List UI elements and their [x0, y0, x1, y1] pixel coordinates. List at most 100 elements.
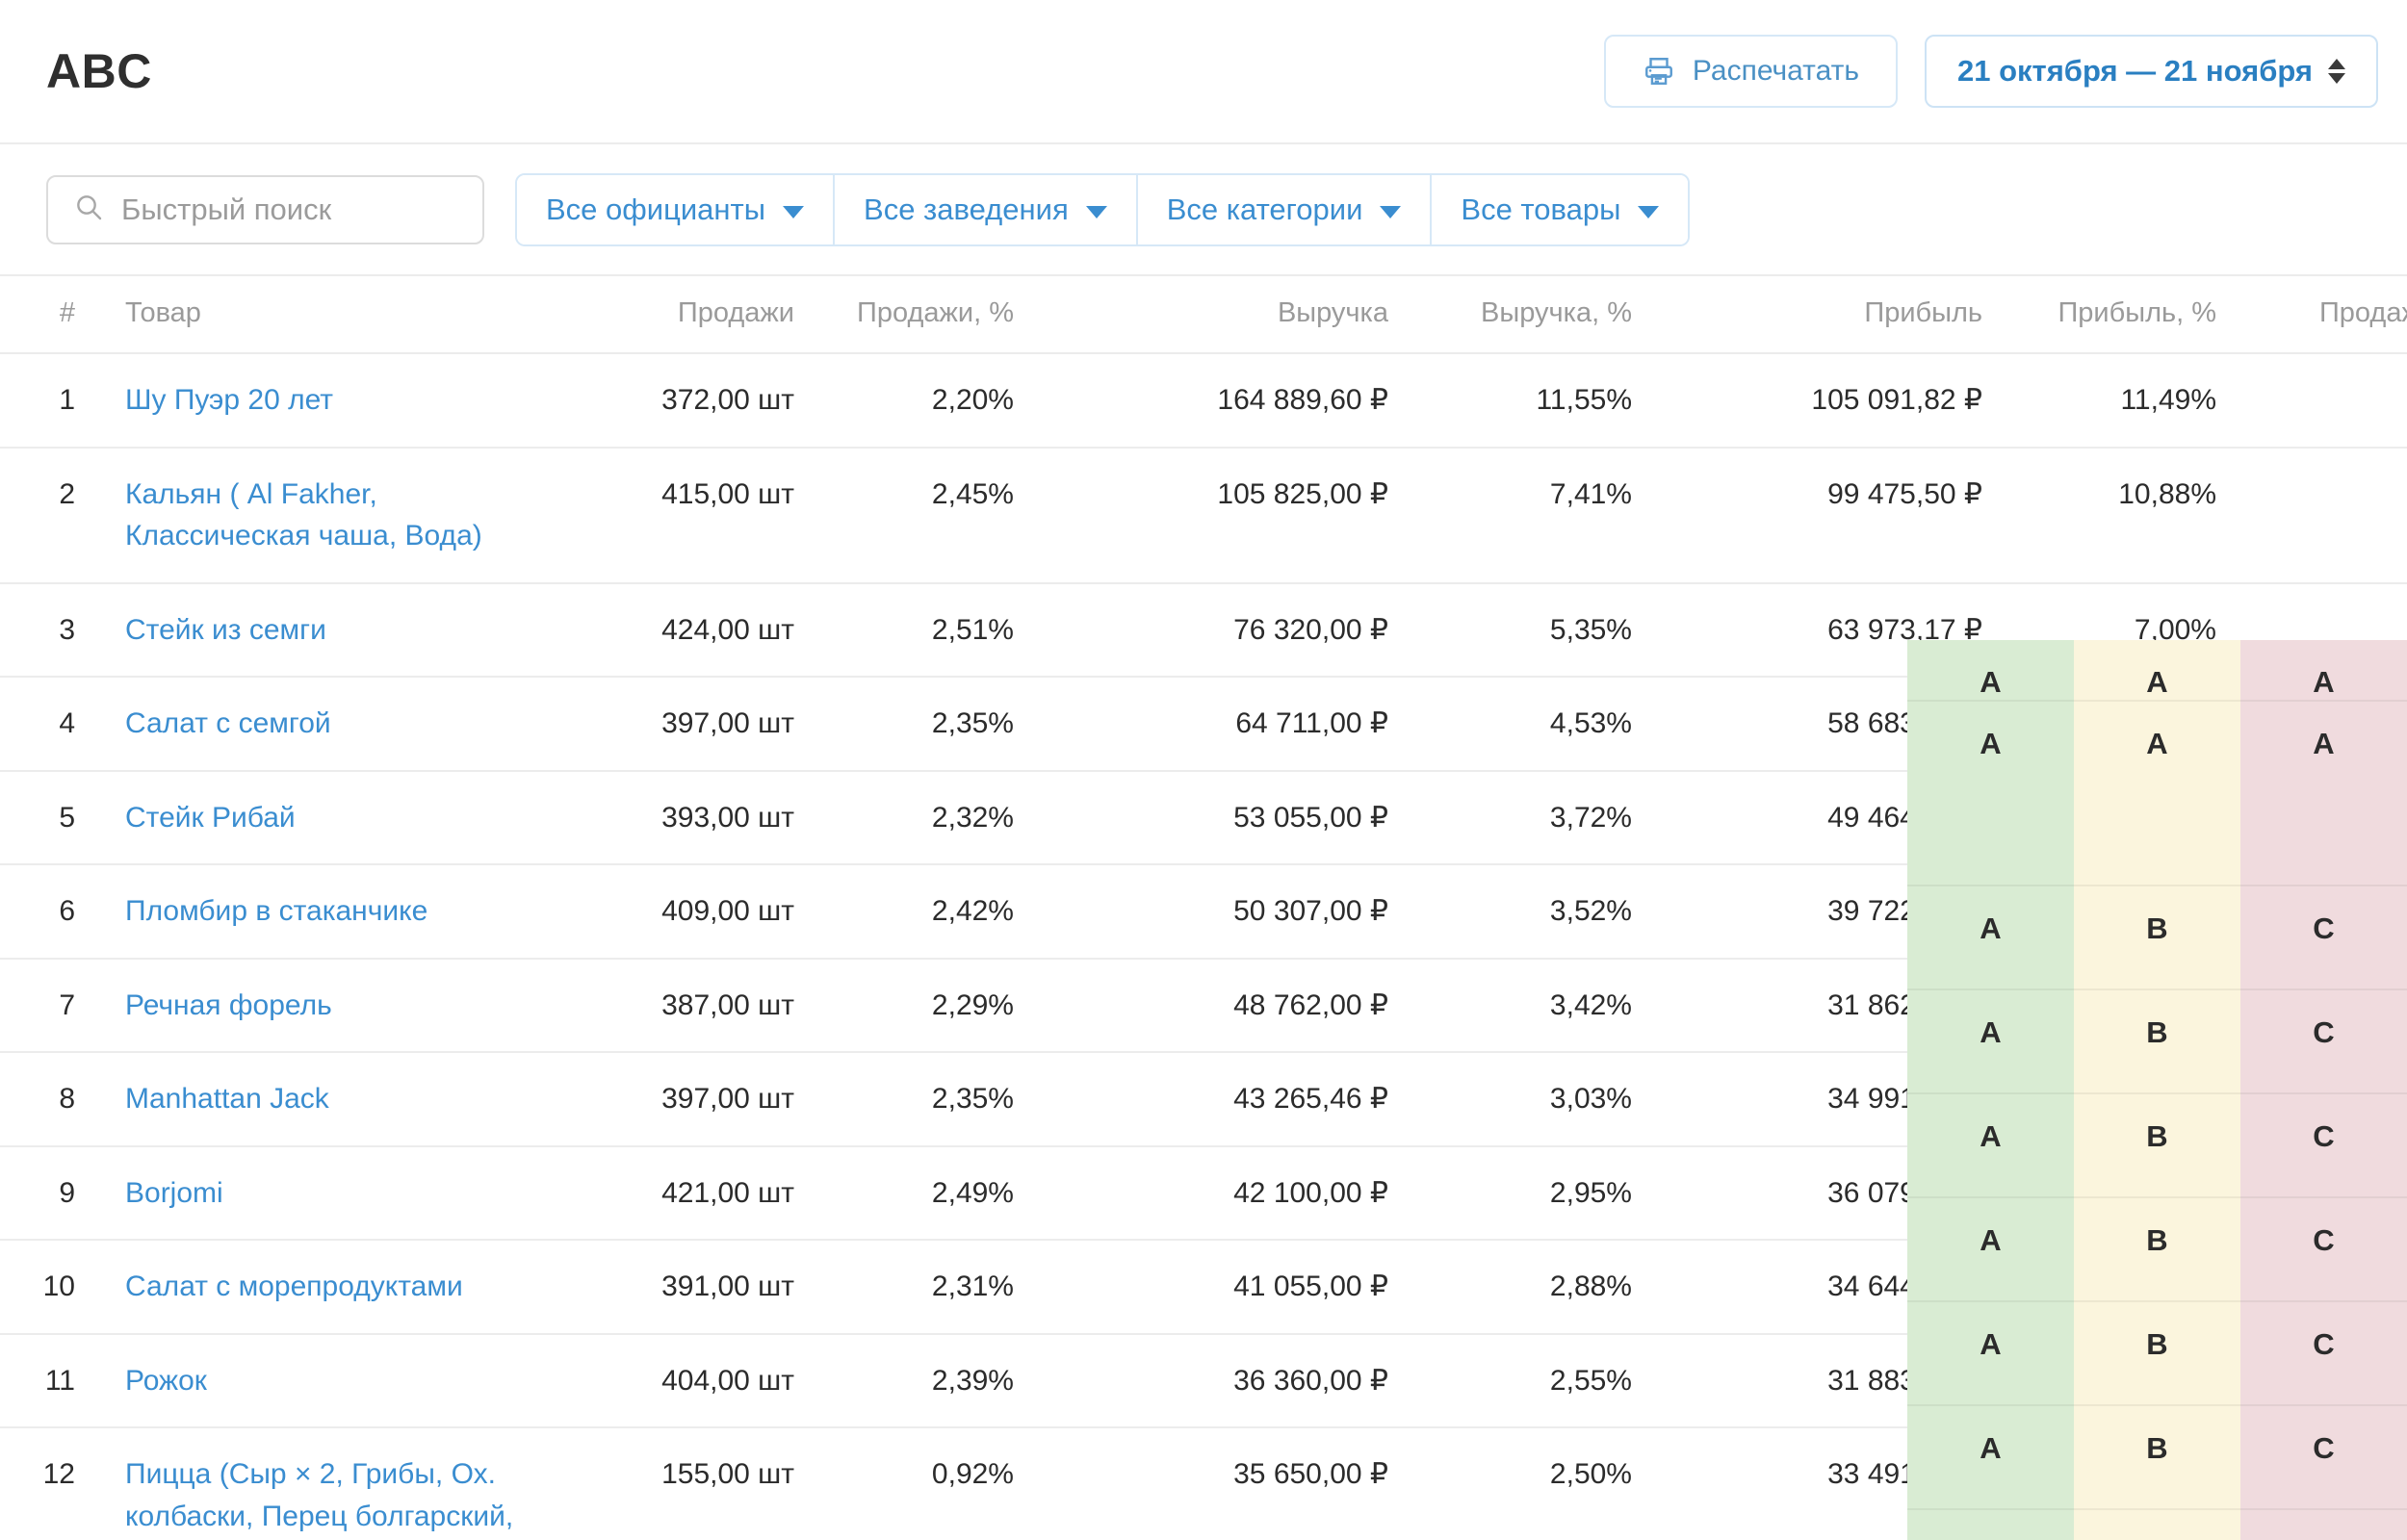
col-header-revenue[interactable]: Выручка: [1047, 276, 1415, 354]
cell-num: 5: [0, 770, 75, 865]
col-header-abc-sales[interactable]: Продажи: [2249, 276, 2407, 354]
cell-name[interactable]: Салат с семгой: [75, 677, 530, 772]
cell-name[interactable]: Стейк из семги: [75, 582, 530, 678]
abc-badge-profit: C: [2240, 1510, 2407, 1540]
cell-sales-pct: 2,35%: [821, 677, 1047, 772]
abc-badge-sales: A: [1907, 1198, 2074, 1302]
abc-badge-revenue: B: [2074, 1302, 2240, 1406]
cell-revenue: 76 320,00 ₽: [1047, 582, 1415, 678]
cell-revenue-pct: 3,03%: [1415, 1052, 1665, 1147]
cell-name[interactable]: Пломбир в стаканчике: [75, 864, 530, 960]
filter-bar: Все официанты Все заведения Все категори…: [0, 144, 2407, 276]
abc-column-profit: AACCCCCCCCCC: [2240, 640, 2407, 1540]
abc-badge-profit: C: [2240, 886, 2407, 990]
filter-categories[interactable]: Все категории: [1137, 174, 1433, 244]
cell-sales-pct: 2,45%: [821, 447, 1047, 584]
product-link[interactable]: Стейк Рибай: [125, 802, 296, 834]
abc-badge-sales: A: [1907, 1094, 2074, 1198]
cell-sales: 387,00 шт: [530, 958, 821, 1053]
cell-revenue: 50 307,00 ₽: [1047, 864, 1415, 960]
product-link[interactable]: Пицца (Сыр × 2, Грибы, Ох. колбаски, Пер…: [125, 1458, 513, 1532]
search-icon: [73, 192, 104, 227]
chevron-down-icon: [783, 206, 805, 218]
cell-num: 1: [0, 353, 75, 449]
abc-badge-sales: A: [1907, 640, 2074, 702]
cell-sales-pct: 2,49%: [821, 1145, 1047, 1241]
cell-name[interactable]: Речная форель: [75, 958, 530, 1053]
product-link[interactable]: Manhattan Jack: [125, 1083, 329, 1115]
filter-venues-label: Все заведения: [864, 192, 1069, 226]
cell-name[interactable]: Стейк Рибай: [75, 770, 530, 865]
cell-name[interactable]: Borjomi: [75, 1145, 530, 1241]
col-header-sales[interactable]: Продажи: [530, 276, 821, 354]
updown-arrows-icon: [2328, 59, 2345, 84]
cell-revenue-pct: 3,72%: [1415, 770, 1665, 865]
abc-column-sales: AAAAAAAAAAAB: [1907, 640, 2074, 1540]
col-header-sales-pct[interactable]: Продажи, %: [821, 276, 1047, 354]
cell-sales: 415,00 шт: [530, 447, 821, 584]
filter-waiters[interactable]: Все официанты: [517, 174, 836, 244]
cell-sales-pct: 2,39%: [821, 1333, 1047, 1428]
search-input[interactable]: [119, 191, 441, 228]
product-link[interactable]: Шу Пуэр 20 лет: [125, 384, 333, 416]
cell-num: 8: [0, 1052, 75, 1147]
search-box[interactable]: [46, 174, 484, 244]
chevron-down-icon: [1638, 206, 1660, 218]
print-button[interactable]: Распечатать: [1603, 35, 1898, 108]
cell-revenue-pct: 3,42%: [1415, 958, 1665, 1053]
cell-num: 2: [0, 447, 75, 584]
cell-sales-pct: 2,31%: [821, 1240, 1047, 1335]
abc-badge-sales: A: [1907, 990, 2074, 1094]
product-link[interactable]: Рожок: [125, 1365, 207, 1397]
cell-num: 7: [0, 958, 75, 1053]
cell-name[interactable]: Шу Пуэр 20 лет: [75, 353, 530, 449]
cell-profit-pct: 11,49%: [2009, 353, 2249, 449]
cell-num: 9: [0, 1145, 75, 1241]
abc-badge-sales: A: [1907, 1510, 2074, 1540]
col-header-profit[interactable]: Прибыль: [1665, 276, 2009, 354]
col-header-product[interactable]: Товар: [75, 276, 530, 354]
abc-classification-panel: AAAAAAAAAAAB AABBBBBBBBBB AACCCCCCCCCC: [1907, 640, 2407, 1540]
cell-revenue-pct: 7,41%: [1415, 447, 1665, 584]
abc-badge-revenue: A: [2074, 702, 2240, 886]
product-link[interactable]: Речная форель: [125, 989, 332, 1021]
table-row: 1 Шу Пуэр 20 лет 372,00 шт 2,20% 164 889,60 …: [0, 353, 2407, 449]
cell-revenue: 36 360,00 ₽: [1047, 1333, 1415, 1428]
col-header-index[interactable]: #: [0, 276, 75, 354]
col-header-profit-pct[interactable]: Прибыль, %: [2009, 276, 2249, 354]
cell-sales-pct: 2,35%: [821, 1052, 1047, 1147]
cell-sales-pct: 2,51%: [821, 582, 1047, 678]
cell-name[interactable]: Салат с морепродуктами: [75, 1240, 530, 1335]
filter-products[interactable]: Все товары: [1432, 174, 1689, 244]
cell-name[interactable]: Пицца (Сыр × 2, Грибы, Ох. колбаски, Пер…: [75, 1427, 530, 1540]
cell-revenue: 48 762,00 ₽: [1047, 958, 1415, 1053]
abc-badge-profit: A: [2240, 702, 2407, 886]
col-header-revenue-pct[interactable]: Выручка, %: [1415, 276, 1665, 354]
cell-name[interactable]: Manhattan Jack: [75, 1052, 530, 1147]
cell-sales-pct: 2,32%: [821, 770, 1047, 865]
cell-name[interactable]: Рожок: [75, 1333, 530, 1428]
header-actions: Распечатать 21 октября — 21 ноября: [1603, 35, 2378, 108]
product-link[interactable]: Кальян ( Al Fakher, Классическая чаша, В…: [125, 478, 482, 552]
abc-badge-revenue: B: [2074, 990, 2240, 1094]
product-link[interactable]: Салат с семгой: [125, 707, 331, 739]
product-link[interactable]: Салат с морепродуктами: [125, 1270, 463, 1302]
cell-revenue-pct: 2,88%: [1415, 1240, 1665, 1335]
cell-sales-pct: 2,29%: [821, 958, 1047, 1053]
abc-badge-sales: A: [1907, 702, 2074, 886]
cell-revenue-pct: 2,55%: [1415, 1333, 1665, 1428]
cell-sales-pct: 2,20%: [821, 353, 1047, 449]
top-header-bar: ABC Распечатать 21 октября — 21 ноября: [0, 0, 2407, 144]
cell-revenue-pct: 3,52%: [1415, 864, 1665, 960]
date-range-label: 21 октября — 21 ноября: [1956, 54, 2313, 88]
filter-segmented-control: Все официанты Все заведения Все категори…: [515, 172, 1691, 246]
cell-revenue: 53 055,00 ₽: [1047, 770, 1415, 865]
cell-revenue-pct: 2,50%: [1415, 1427, 1665, 1540]
product-link[interactable]: Borjomi: [125, 1177, 223, 1209]
cell-num: 6: [0, 864, 75, 960]
product-link[interactable]: Пломбир в стаканчике: [125, 895, 427, 927]
product-link[interactable]: Стейк из семги: [125, 614, 326, 646]
date-range-picker[interactable]: 21 октября — 21 ноября: [1924, 35, 2378, 108]
cell-name[interactable]: Кальян ( Al Fakher, Классическая чаша, В…: [75, 447, 530, 584]
filter-venues[interactable]: Все заведения: [835, 174, 1138, 244]
